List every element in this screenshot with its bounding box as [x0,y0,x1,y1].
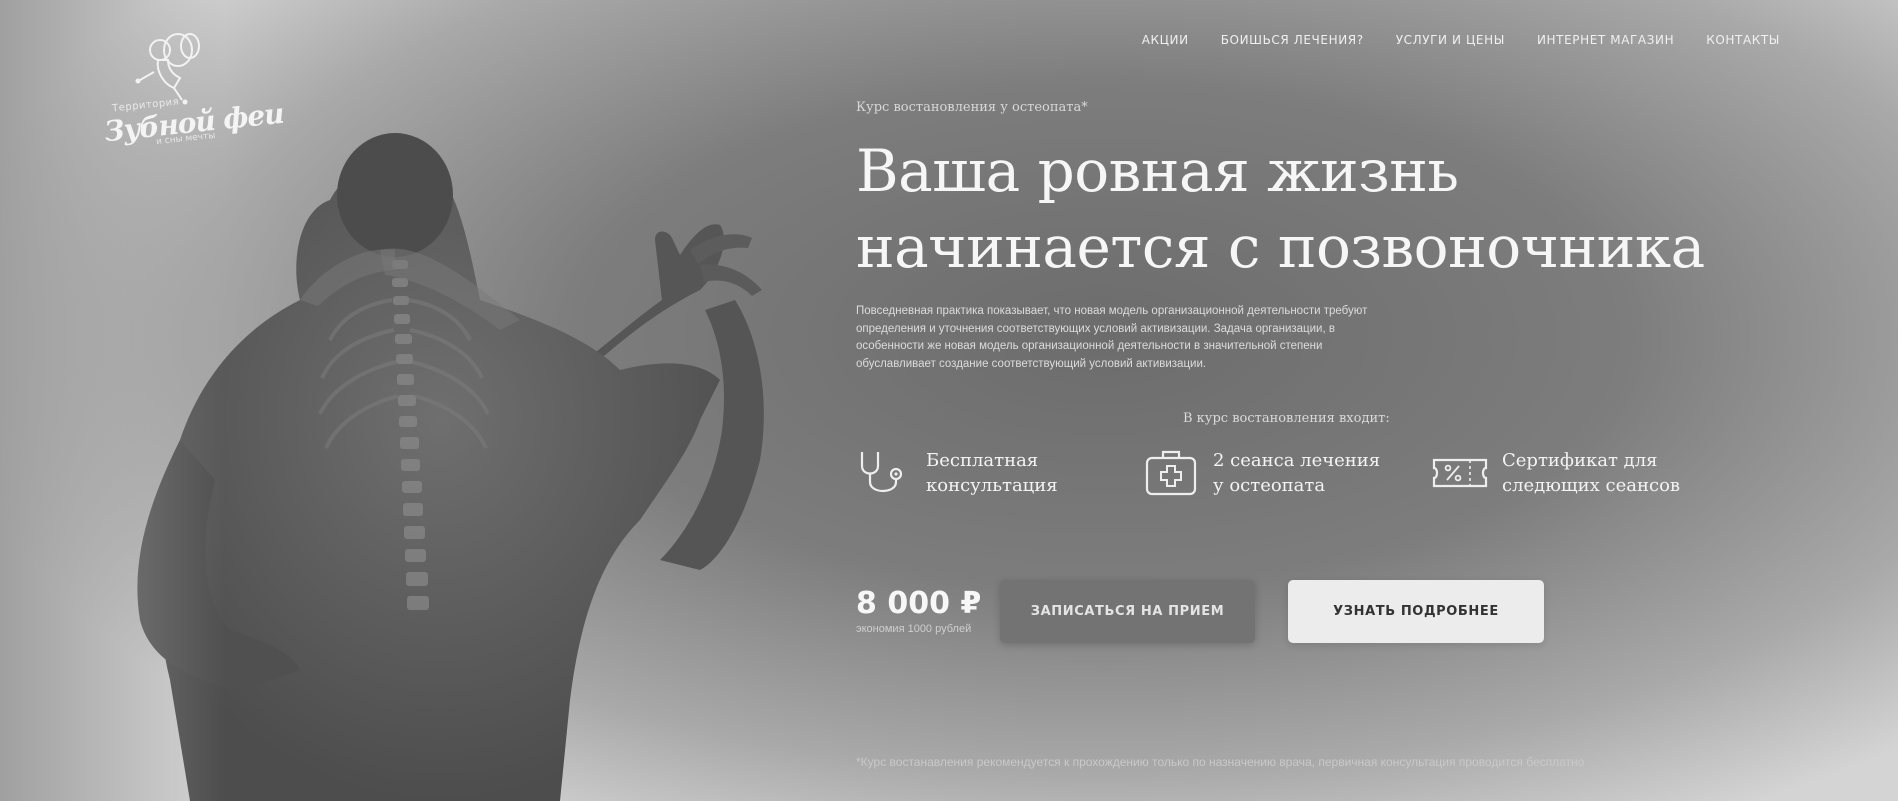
footnote: *Курс востанавления рекомендуется к прох… [856,755,1585,769]
feature-two-sessions: 2 сеанса лечения у остеопата [1143,448,1380,498]
hero-section: Территория Зубной феи и сны мечты Акции … [0,0,1898,801]
nav-item-contacts[interactable]: Контакты [1706,33,1780,47]
feature-free-consultation: Бесплатная консультация [856,448,1058,498]
feature-text: 2 сеанса лечения у остеопата [1213,450,1381,496]
tooth-fairy-icon [135,33,200,105]
learn-more-button[interactable]: Узнать подробнее [1288,580,1544,643]
hero-eyebrow: Курс востановления у остеопата* [856,100,1088,115]
nav-item-services-prices[interactable]: Услуги и цены [1396,33,1505,47]
feature-text: Сертификат для следющих сеансов [1502,450,1681,496]
feature-text: Бесплатная консультация [926,450,1058,496]
hero-content: Курс востановления у остеопата* Ваша ров… [856,100,1756,373]
nav-item-online-store[interactable]: Интернет магазин [1537,33,1674,47]
hero-title-line1: Ваша ровная жизнь [856,137,1459,205]
price-note: экономия 1000 рублей [856,623,972,635]
feature-certificate: Сертификат для следющих сеансов [1432,448,1680,498]
book-appointment-button[interactable]: Записаться на прием [1000,580,1255,643]
discount-ticket-icon [1432,458,1488,488]
nav-item-fear-of-treatment[interactable]: Боишься лечения? [1221,33,1364,47]
price-block: 8 000 ₽ экономия 1000 рублей [856,586,981,635]
includes-heading: В курс востановления входит: [1183,411,1390,426]
main-nav: Акции Боишься лечения? Услуги и цены Инт… [1142,33,1780,47]
first-aid-kit-icon [1145,450,1197,496]
stethoscope-icon [860,452,903,493]
hero-title: Ваша ровная жизнь начинается с позвоночн… [856,133,1716,285]
logo[interactable]: Территория Зубной феи и сны мечты [100,28,285,148]
hero-description: Повседневная практика показывает, что но… [856,305,1368,370]
price-value: 8 000 ₽ [856,586,982,621]
hero-title-line2: начинается с позвоночника [856,213,1705,281]
nav-item-promotions[interactable]: Акции [1142,33,1189,47]
